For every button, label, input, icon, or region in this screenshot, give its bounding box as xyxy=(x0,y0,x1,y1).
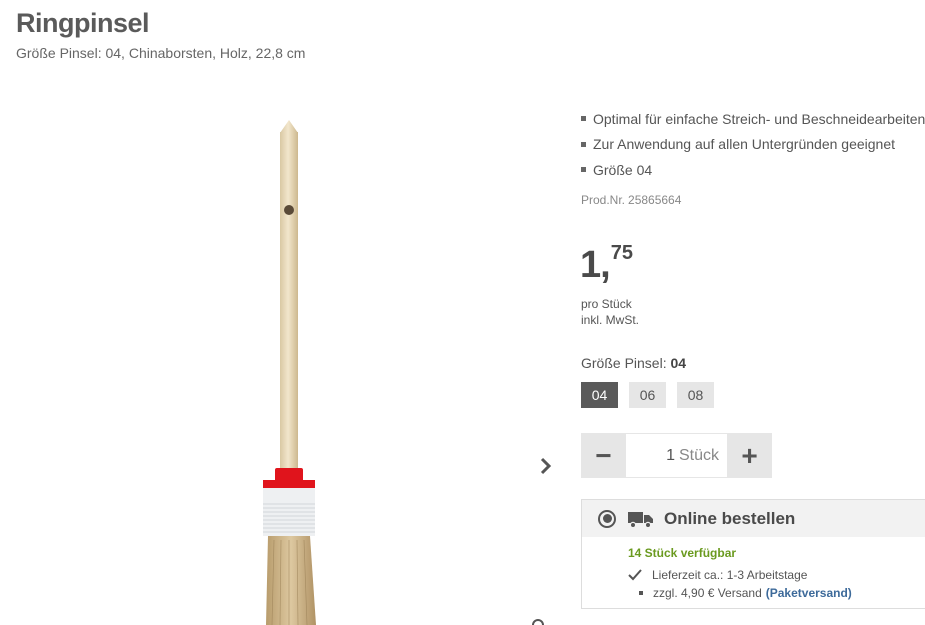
online-order-title: Online bestellen xyxy=(664,508,796,528)
chevron-right-icon[interactable] xyxy=(534,453,556,479)
feature-list: Optimal für einfache Streich- und Beschn… xyxy=(581,106,925,183)
delivery-time: Lieferzeit ca.: 1-3 Arbeitstage xyxy=(628,568,807,582)
size-options: 04 06 08 xyxy=(581,382,714,408)
shipping-cost: zzgl. 4,90 € Versand xyxy=(653,586,762,600)
online-order-panel: Online bestellen 14 Stück verfügbar Lief… xyxy=(581,499,925,609)
price-unit: pro Stück inkl. MwSt. xyxy=(581,296,639,328)
product-image-gallery xyxy=(0,90,560,625)
feature-item: Zur Anwendung auf allen Untergründen gee… xyxy=(581,132,925,158)
price-tax-note: inkl. MwSt. xyxy=(581,313,640,327)
radio-icon[interactable] xyxy=(598,509,616,528)
shipping-method-link[interactable]: (Paketversand) xyxy=(766,586,852,600)
feature-item: Größe 04 xyxy=(581,157,925,183)
size-label-text: Größe Pinsel: xyxy=(581,355,667,371)
size-label: Größe Pinsel: 04 xyxy=(581,355,686,371)
feature-text: Zur Anwendung auf allen Untergründen gee… xyxy=(593,136,895,153)
quantity-increase-button[interactable]: + xyxy=(727,433,772,478)
bullet-icon xyxy=(639,591,643,595)
product-image[interactable] xyxy=(0,90,560,625)
price-cents: 75 xyxy=(610,242,633,264)
size-selected-value: 04 xyxy=(670,355,687,371)
feature-text: Optimal für einfache Streich- und Beschn… xyxy=(593,110,925,127)
size-option-08[interactable]: 08 xyxy=(677,382,714,408)
product-number-label: Prod.Nr. xyxy=(581,193,626,207)
quantity-decrease-button[interactable]: − xyxy=(581,433,626,478)
price-euros: 1, xyxy=(580,244,611,286)
quantity-unit: Stück xyxy=(678,446,719,464)
feature-text: Größe 04 xyxy=(593,161,653,178)
product-title: Ringpinsel xyxy=(16,8,150,38)
product-number: Prod.Nr. 25865664 xyxy=(581,193,681,207)
bullet-icon xyxy=(581,116,586,122)
bullet-icon xyxy=(581,141,586,147)
size-option-06[interactable]: 06 xyxy=(629,382,666,408)
bullet-icon xyxy=(581,167,586,173)
price-per-unit: pro Stück xyxy=(581,297,632,311)
zoom-icon[interactable] xyxy=(528,615,548,625)
online-order-header[interactable]: Online bestellen xyxy=(582,500,925,537)
quantity-input[interactable]: 1 Stück xyxy=(626,433,727,478)
product-number-value: 25865664 xyxy=(628,193,682,207)
product-subtitle: Größe Pinsel: 04, Chinaborsten, Holz, 22… xyxy=(16,45,306,61)
price: 1,75 xyxy=(580,242,633,287)
shipping-info: zzgl. 4,90 € Versand (Paketversand) xyxy=(639,586,852,600)
check-icon xyxy=(628,569,642,581)
quantity-value: 1 xyxy=(666,446,675,464)
feature-item: Optimal für einfache Streich- und Beschn… xyxy=(581,106,925,132)
availability-text: 14 Stück verfügbar xyxy=(628,546,737,560)
delivery-time-text: Lieferzeit ca.: 1-3 Arbeitstage xyxy=(652,568,808,582)
truck-icon xyxy=(628,511,653,528)
quantity-stepper: − 1 Stück + xyxy=(581,433,772,478)
size-option-04[interactable]: 04 xyxy=(581,382,618,408)
